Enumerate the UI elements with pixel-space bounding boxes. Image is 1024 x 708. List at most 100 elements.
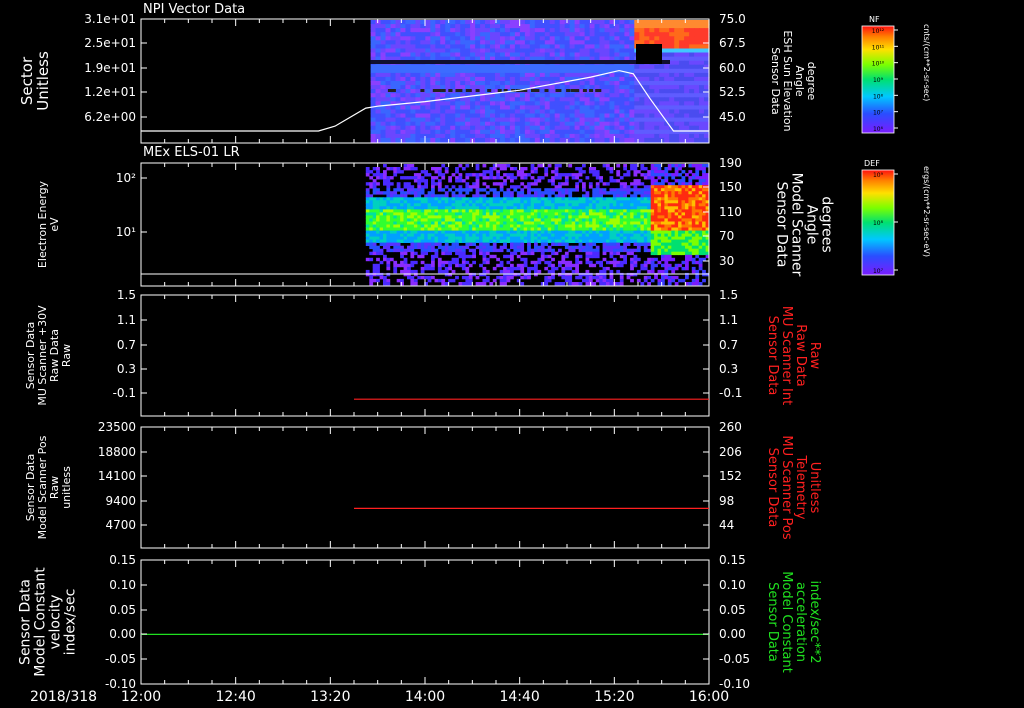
heatmap-cell [520, 218, 525, 222]
heatmap-cell [386, 206, 391, 210]
heatmap-cell [661, 203, 665, 207]
heatmap-cell [614, 36, 620, 41]
heatmap-cell [671, 185, 676, 189]
heatmap-cell [678, 164, 682, 168]
heatmap-cell [475, 52, 481, 58]
heatmap-cell [647, 173, 651, 177]
heatmap-cell [626, 200, 631, 204]
heatmap-cell [674, 164, 679, 168]
heatmap-cell [643, 167, 648, 171]
heatmap-cell [435, 36, 441, 41]
heatmap-cell [636, 233, 641, 237]
heatmap-cell [689, 60, 695, 66]
heatmap-cell [559, 28, 566, 33]
heatmap-cell [395, 137, 402, 143]
heatmap-cell [698, 248, 703, 253]
heatmap-cell [568, 245, 573, 250]
heatmap-cell [619, 248, 624, 253]
heatmap-cell [492, 194, 497, 198]
heatmap-cell [695, 206, 700, 210]
heatmap-cell [619, 44, 625, 50]
heatmap-cell [461, 218, 466, 222]
heatmap-cell [629, 64, 635, 70]
heatmap-cell [537, 269, 542, 274]
heatmap-cell [647, 275, 651, 280]
heatmap-cell [413, 191, 418, 195]
heatmap-cell [499, 212, 504, 216]
heatmap-cell [599, 24, 606, 29]
heatmap-cell [578, 209, 583, 213]
heatmap-cell [410, 28, 416, 33]
heatmap-cell [475, 185, 480, 189]
heatmap-cell [599, 109, 606, 115]
heatmap-cell [681, 230, 686, 234]
heatmap-cell [674, 179, 679, 183]
heatmap-gap-band [370, 60, 670, 64]
heatmap-cell [575, 167, 579, 171]
heatmap-cell [410, 24, 416, 29]
heatmap-cell [579, 93, 586, 98]
heatmap-cell [657, 191, 662, 195]
heatmap-cell [604, 36, 611, 41]
heatmap-cell [654, 20, 660, 25]
heatmap-cell [568, 212, 573, 216]
heatmap-cell [506, 254, 511, 259]
heatmap-cell [685, 197, 689, 201]
heatmap-cell [437, 242, 442, 246]
heatmap-cell [634, 117, 640, 123]
heatmap-cell [547, 215, 552, 219]
heatmap-cell [520, 176, 525, 180]
heatmap-cell [664, 20, 670, 25]
heatmap-cell [636, 239, 641, 243]
heatmap-cell [585, 239, 590, 243]
heatmap-cell [383, 164, 387, 168]
heatmap-cell [616, 188, 621, 192]
heatmap-cell [380, 40, 387, 45]
heatmap-cell [639, 97, 645, 102]
heatmap-cell [420, 32, 426, 37]
heatmap-cell [599, 215, 603, 219]
heatmap-cell [649, 85, 655, 90]
heatmap-cell [530, 221, 535, 225]
heatmap-cell [370, 121, 377, 127]
heatmap-cell [623, 164, 627, 168]
heatmap-cell [510, 230, 514, 234]
heatmap-cell [619, 233, 624, 237]
heatmap-cell [647, 188, 651, 192]
heatmap-cell [694, 105, 700, 111]
heatmap-gap-speck [436, 89, 441, 92]
heatmap-cell [496, 212, 500, 216]
heatmap-cell [400, 97, 406, 102]
heatmap-cell [379, 218, 384, 222]
heatmap-cell [669, 40, 675, 45]
heatmap-cell [441, 224, 446, 228]
heatmap-cell [674, 28, 680, 33]
heatmap-cell [445, 24, 451, 29]
heatmap-cell [554, 32, 561, 37]
heatmap-cell [685, 251, 689, 256]
heatmap-cell [694, 52, 700, 58]
heatmap-cell [386, 197, 391, 201]
panel-els-heatmap [365, 164, 710, 286]
heatmap-cell [376, 173, 380, 177]
heatmap-cell [667, 251, 672, 256]
heatmap-cell [520, 230, 525, 234]
heatmap-cell [434, 242, 439, 246]
heatmap-cell [444, 239, 449, 243]
heatmap-cell [420, 48, 426, 54]
heatmap-cell [568, 200, 573, 204]
heatmap-cell [465, 173, 470, 177]
heatmap-cell [530, 197, 535, 201]
heatmap-cell [407, 164, 411, 168]
heatmap-cell [564, 125, 571, 131]
heatmap-cell [405, 40, 411, 45]
heatmap-cell [674, 105, 680, 111]
heatmap-cell [551, 176, 555, 180]
heatmap-cell [420, 227, 425, 231]
heatmap-cell [636, 212, 641, 216]
heatmap-cell [588, 236, 593, 240]
heatmap-cell [503, 227, 507, 231]
heatmap-cell [369, 257, 374, 262]
heatmap-cell [554, 173, 559, 177]
heatmap-cell [514, 32, 521, 37]
